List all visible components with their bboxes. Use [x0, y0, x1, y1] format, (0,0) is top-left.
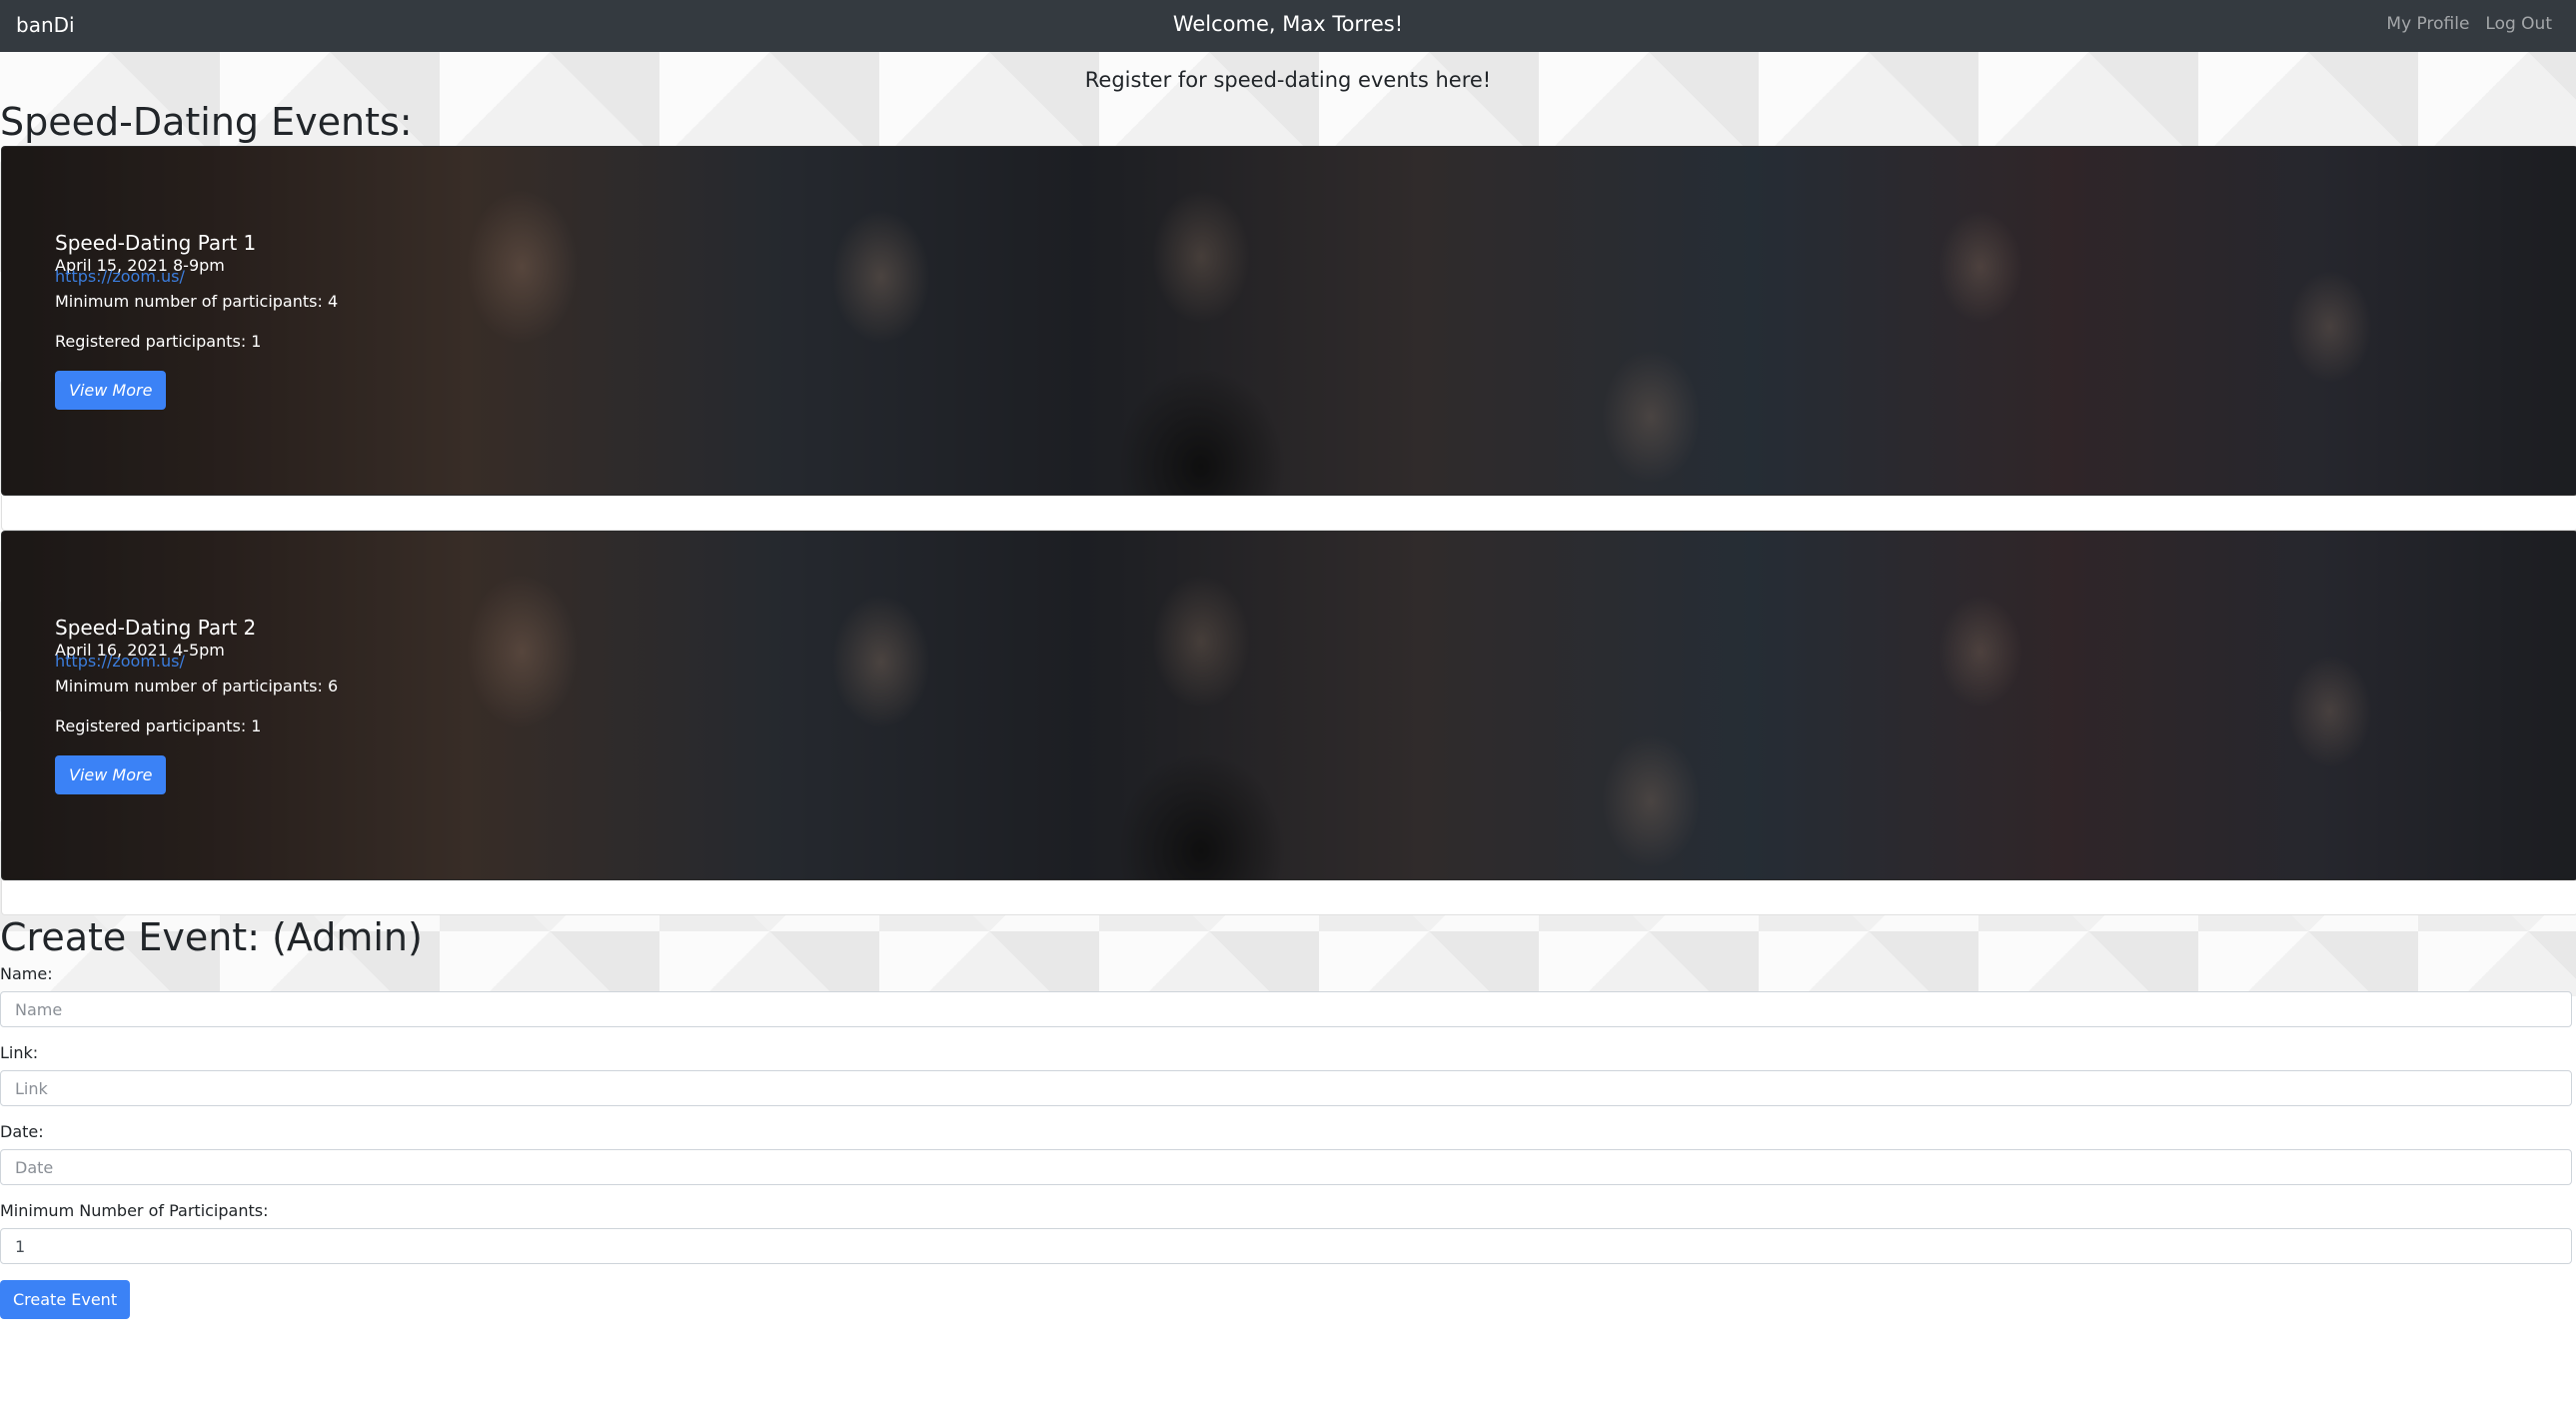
min-participants-input[interactable] — [0, 1228, 2572, 1265]
event-registered-participants: Registered participants: 1 — [55, 715, 262, 735]
event-card-body: Speed-Dating Part 2 April 16, 2021 4-5pm… — [55, 616, 338, 794]
view-more-button[interactable]: View More — [55, 754, 167, 794]
name-label: Name: — [0, 964, 53, 984]
brand-logo[interactable]: banDi — [16, 13, 75, 37]
top-navbar: banDi Welcome, Max Torres! My Profile Lo… — [0, 0, 2576, 52]
event-card-footer — [1, 495, 2576, 531]
event-card-body: Speed-Dating Part 1 April 15, 2021 8-9pm… — [55, 231, 338, 410]
my-profile-link[interactable]: My Profile — [2386, 14, 2469, 34]
nav-links: My Profile Log Out — [2386, 14, 2552, 34]
view-more-button[interactable]: View More — [55, 370, 167, 410]
date-label: Date: — [0, 1122, 44, 1142]
create-event-form: Name: Link: Date: Minimum Number of Part… — [0, 964, 2576, 1320]
link-label: Link: — [0, 1043, 39, 1063]
min-participants-label: Minimum Number of Participants: — [0, 1201, 269, 1221]
create-event-heading: Create Event: (Admin) — [0, 914, 423, 959]
tagline: Register for speed-dating events here! — [1084, 68, 1492, 92]
link-input[interactable] — [0, 1070, 2572, 1107]
event-title: Speed-Dating Part 1 — [55, 230, 257, 255]
event-registered-participants: Registered participants: 1 — [55, 331, 262, 351]
event-card: Speed-Dating Part 1 April 15, 2021 8-9pm… — [1, 145, 2576, 496]
event-card-footer — [1, 879, 2576, 915]
event-min-participants: Minimum number of participants: 4 — [55, 291, 339, 311]
date-input[interactable] — [0, 1149, 2572, 1186]
name-input[interactable] — [0, 991, 2572, 1028]
event-min-participants: Minimum number of participants: 6 — [55, 676, 339, 696]
create-event-button[interactable]: Create Event — [0, 1280, 131, 1320]
welcome-message: Welcome, Max Torres! — [1172, 12, 1404, 36]
main-content: Register for speed-dating events here! S… — [0, 52, 2576, 1320]
events-heading: Speed-Dating Events: — [0, 100, 413, 144]
event-card: Speed-Dating Part 2 April 16, 2021 4-5pm… — [1, 530, 2576, 880]
event-title: Speed-Dating Part 2 — [55, 615, 257, 640]
log-out-link[interactable]: Log Out — [2485, 14, 2552, 34]
